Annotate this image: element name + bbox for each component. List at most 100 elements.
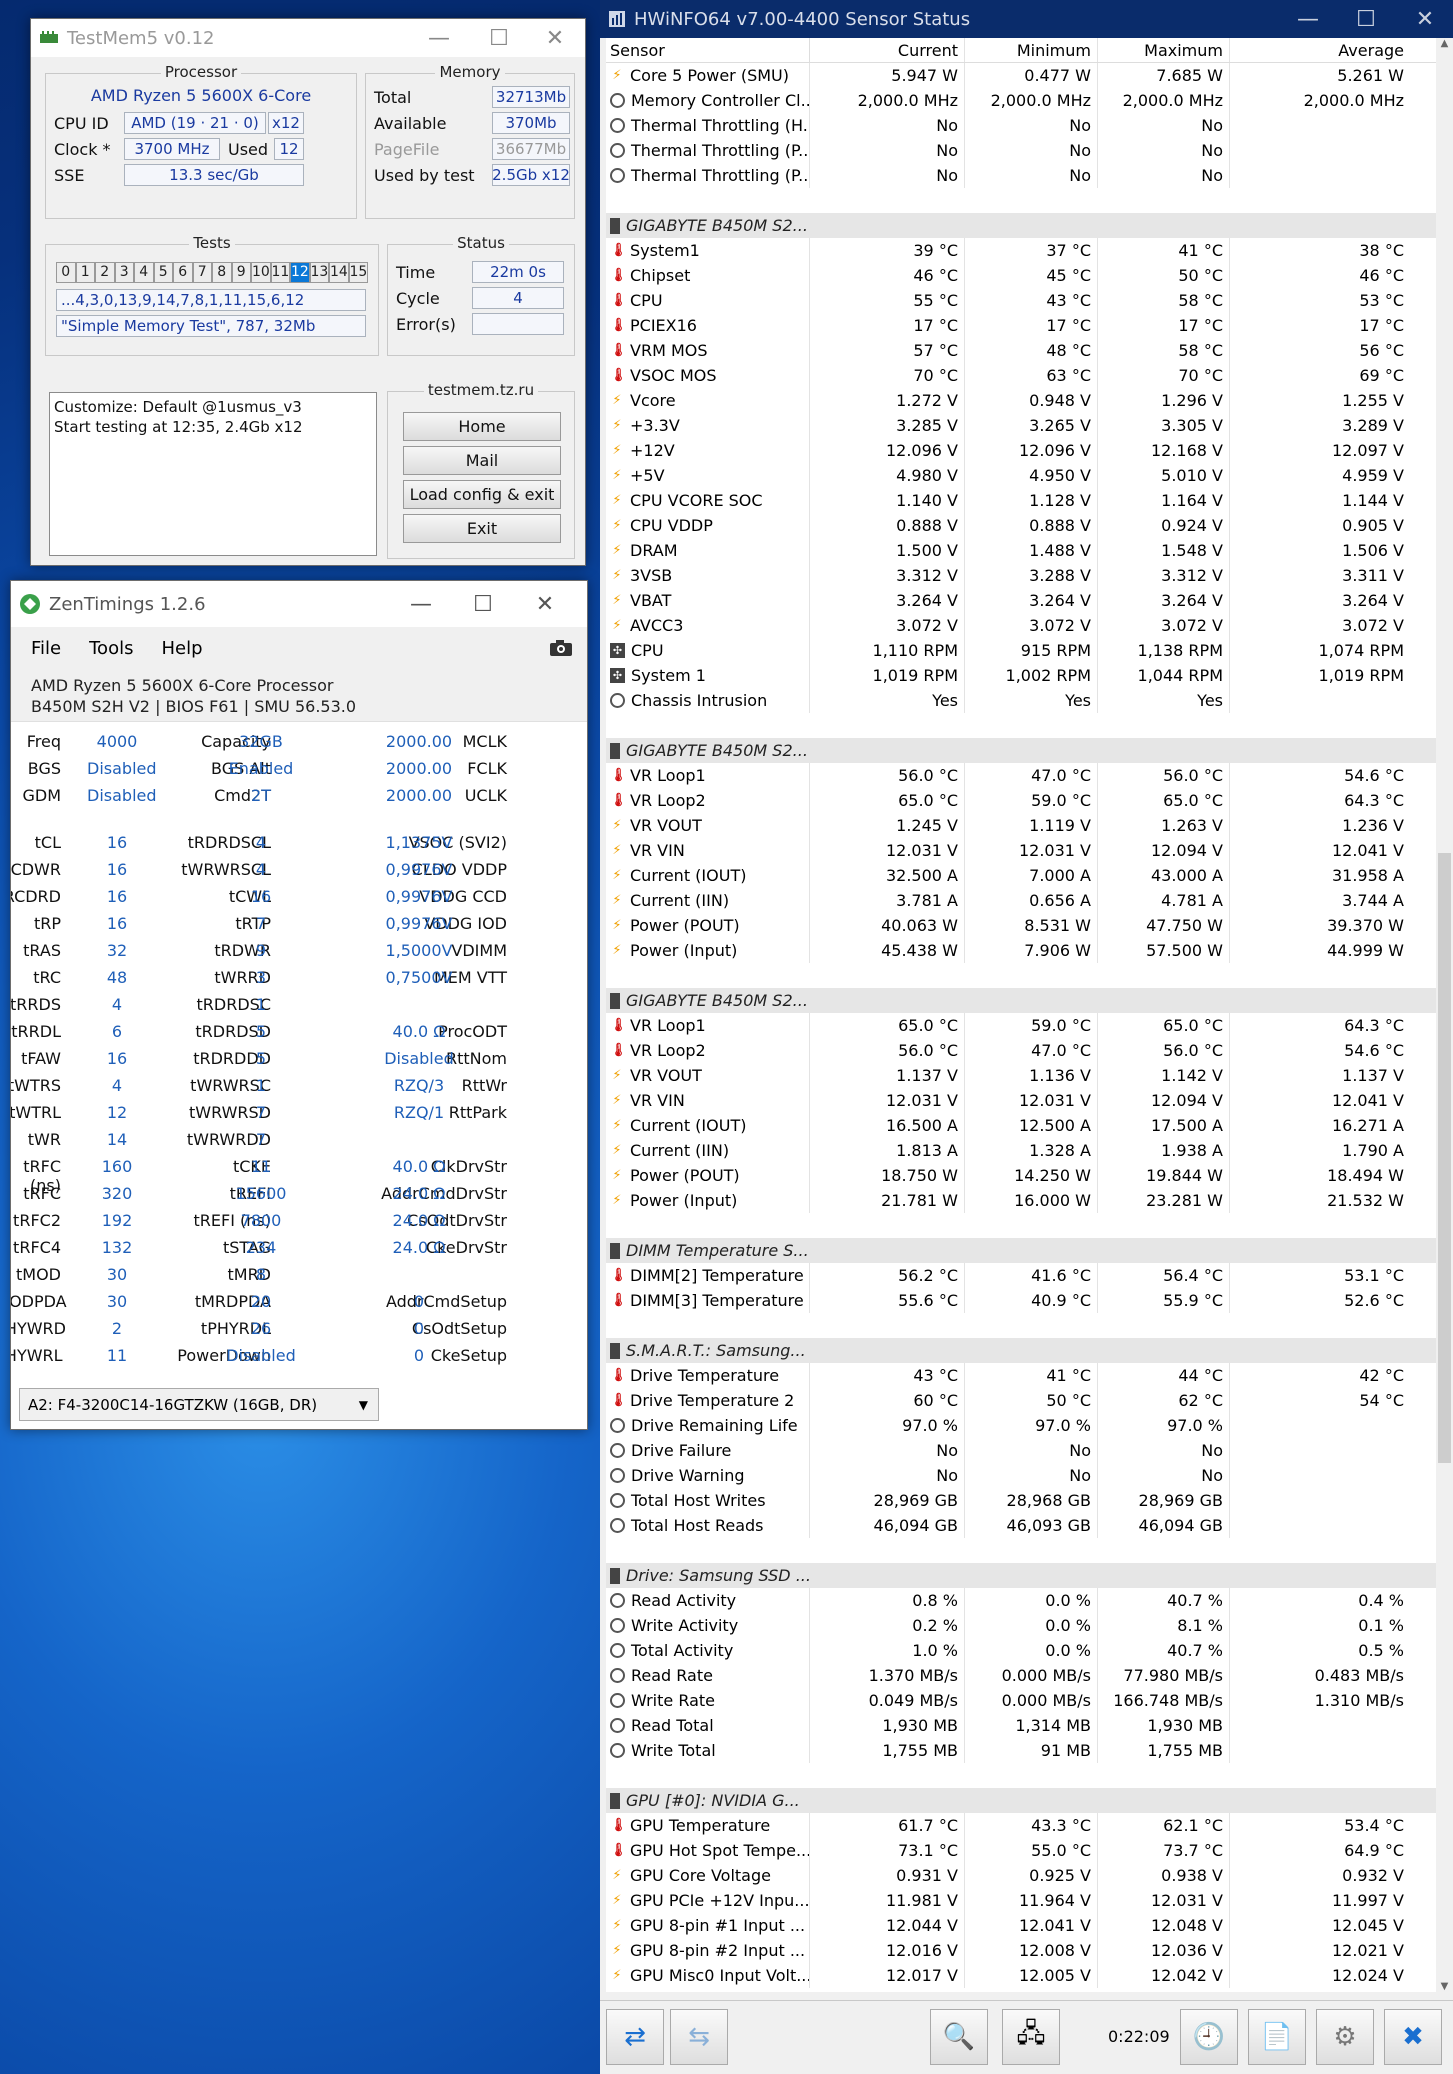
sensor-row[interactable]: ✣ System 1 1,019 RPM 1,002 RPM 1,044 RPM 1,01… bbox=[606, 663, 1436, 688]
sensor-row[interactable]: Drive Remaining Life 97.0 % 97.0 % 97.0 % bbox=[606, 1413, 1436, 1438]
sensor-row[interactable]: ⚡ VR VOUT 1.137 V 1.136 V 1.142 V 1.137 V bbox=[606, 1063, 1436, 1088]
sensor-row[interactable]: ⚡ GPU PCIe +12V Inpu... 11.981 V 11.964 V 12… bbox=[606, 1888, 1436, 1913]
load-config-exit-button[interactable]: Load config & exit bbox=[403, 480, 561, 509]
sensor-row[interactable]: ⚡ Power (Input) 45.438 W 7.906 W 57.500 W 44.… bbox=[606, 938, 1436, 963]
close-button[interactable]: ✕ bbox=[1397, 0, 1453, 38]
sensor-row[interactable]: ⚡ CPU VDDP 0.888 V 0.888 V 0.924 V 0.905 V bbox=[606, 513, 1436, 538]
sensor-row[interactable]: ⚡ 3VSB 3.312 V 3.288 V 3.312 V 3.311 V bbox=[606, 563, 1436, 588]
expand-arrows-button[interactable]: ⇆ bbox=[670, 2009, 728, 2065]
column-header-minimum[interactable]: Minimum bbox=[964, 38, 1097, 62]
sensor-row[interactable]: ⚡ GPU Core Voltage 0.931 V 0.925 V 0.938 V 0.… bbox=[606, 1863, 1436, 1888]
sensor-row[interactable]: Thermal Throttling (P... No No No bbox=[606, 138, 1436, 163]
sensor-row[interactable]: 🌡 CPU 55 °C 43 °C 58 °C 53 °C bbox=[606, 288, 1436, 313]
sensor-group-header[interactable]: GPU [#0]: NVIDIA G... bbox=[606, 1788, 1436, 1813]
sensor-row[interactable]: ⚡ Power (Input) 21.781 W 16.000 W 23.281 W 21… bbox=[606, 1188, 1436, 1213]
sensor-row[interactable]: Thermal Throttling (P... No No No bbox=[606, 163, 1436, 188]
sensor-row[interactable]: 🌡 Drive Temperature 43 °C 41 °C 44 °C 42 °C bbox=[606, 1363, 1436, 1388]
minimize-button[interactable]: — bbox=[1280, 0, 1336, 38]
testmem5-titlebar[interactable]: TestMem5 v0.12 — ☐ ✕ bbox=[31, 19, 585, 57]
remote-button[interactable]: 🖧 bbox=[1002, 2009, 1060, 2065]
collapse-arrows-button[interactable]: ⇄ bbox=[606, 2009, 664, 2065]
column-header-average[interactable]: Average bbox=[1229, 38, 1410, 62]
sensor-row[interactable]: 🌡 VSOC MOS 70 °C 63 °C 70 °C 69 °C bbox=[606, 363, 1436, 388]
sensor-row[interactable]: ⚡ Current (IIN) 3.781 A 0.656 A 4.781 A 3.744… bbox=[606, 888, 1436, 913]
sensor-group-header[interactable]: Drive: Samsung SSD ... bbox=[606, 1563, 1436, 1588]
dimm-select[interactable]: A2: F4-3200C14-16GTZKW (16GB, DR) ▼ bbox=[19, 1388, 379, 1421]
minimize-button[interactable]: — bbox=[411, 19, 467, 57]
maximize-button[interactable]: ☐ bbox=[471, 19, 527, 57]
network-button[interactable]: 🔍 bbox=[930, 2009, 988, 2065]
scrollbar-thumb[interactable] bbox=[1438, 853, 1451, 1463]
sensor-row[interactable]: 🌡 GPU Hot Spot Tempe... 73.1 °C 55.0 °C 73.7… bbox=[606, 1838, 1436, 1863]
sensor-group-header[interactable]: GIGABYTE B450M S2... bbox=[606, 988, 1436, 1013]
column-header-sensor[interactable]: Sensor bbox=[606, 41, 809, 60]
sensor-group-header[interactable]: DIMM Temperature S... bbox=[606, 1238, 1436, 1263]
minimize-button[interactable]: — bbox=[393, 581, 449, 627]
sensor-row[interactable]: ⚡ +3.3V 3.285 V 3.265 V 3.305 V 3.289 V bbox=[606, 413, 1436, 438]
clock-button[interactable]: 🕘 bbox=[1180, 2009, 1238, 2065]
mail-button[interactable]: Mail bbox=[403, 446, 561, 475]
sensor-row[interactable]: Drive Failure No No No bbox=[606, 1438, 1436, 1463]
close-hwinfo-button[interactable]: ✖ bbox=[1384, 2009, 1442, 2065]
sensor-row[interactable]: 🌡 VRM MOS 57 °C 48 °C 58 °C 56 °C bbox=[606, 338, 1436, 363]
menu-tools[interactable]: Tools bbox=[89, 638, 133, 659]
sensor-row[interactable]: 🌡 Chipset 46 °C 45 °C 50 °C 46 °C bbox=[606, 263, 1436, 288]
sensor-row[interactable]: 🌡 GPU Temperature 61.7 °C 43.3 °C 62.1 °C 53.… bbox=[606, 1813, 1436, 1838]
zentimings-titlebar[interactable]: ZenTimings 1.2.6 — ☐ ✕ bbox=[11, 581, 587, 627]
sensor-row[interactable]: Thermal Throttling (H... No No No bbox=[606, 113, 1436, 138]
sensor-group-header[interactable]: GIGABYTE B450M S2... bbox=[606, 738, 1436, 763]
column-header-current[interactable]: Current bbox=[809, 38, 964, 62]
maximize-button[interactable]: ☐ bbox=[455, 581, 511, 627]
sensor-row[interactable]: Read Total 1,930 MB 1,314 MB 1,930 MB bbox=[606, 1713, 1436, 1738]
sensor-row[interactable]: 🌡 DIMM[2] Temperature 56.2 °C 41.6 °C 56.4 °… bbox=[606, 1263, 1436, 1288]
sensor-row[interactable]: Chassis Intrusion Yes Yes Yes bbox=[606, 688, 1436, 713]
camera-icon[interactable] bbox=[549, 639, 573, 657]
sensor-row[interactable]: ⚡ AVCC3 3.072 V 3.072 V 3.072 V 3.072 V bbox=[606, 613, 1436, 638]
log-button[interactable]: 📄 bbox=[1248, 2009, 1306, 2065]
sensor-row[interactable]: Write Total 1,755 MB 91 MB 1,755 MB bbox=[606, 1738, 1436, 1763]
sensor-row[interactable]: 🌡 VR Loop2 65.0 °C 59.0 °C 65.0 °C 64.3 °C bbox=[606, 788, 1436, 813]
sensor-row[interactable]: ⚡ VR VIN 12.031 V 12.031 V 12.094 V 12.041 V bbox=[606, 1088, 1436, 1113]
sensor-row[interactable]: Total Activity 1.0 % 0.0 % 40.7 % 0.5 % bbox=[606, 1638, 1436, 1663]
sensor-row[interactable]: Memory Controller Cl... 2,000.0 MHz 2,000.… bbox=[606, 88, 1436, 113]
sensor-row[interactable]: ⚡ GPU 8-pin #2 Input ... 12.016 V 12.008 V1… bbox=[606, 1938, 1436, 1963]
sensor-row[interactable]: Total Host Reads 46,094 GB 46,093 GB 46,094… bbox=[606, 1513, 1436, 1538]
sensor-row[interactable]: ⚡ Power (POUT) 18.750 W 14.250 W 19.844 W 18.… bbox=[606, 1163, 1436, 1188]
column-header-maximum[interactable]: Maximum bbox=[1097, 38, 1229, 62]
scroll-up-icon[interactable]: ▲ bbox=[1436, 38, 1453, 49]
sensor-row[interactable]: 🌡 VR Loop1 56.0 °C 47.0 °C 56.0 °C 54.6 °C bbox=[606, 763, 1436, 788]
vertical-scrollbar[interactable]: ▲ ▼ bbox=[1436, 38, 1453, 1992]
sensor-row[interactable]: Total Host Writes 28,969 GB 28,968 GB 28,96… bbox=[606, 1488, 1436, 1513]
sensor-row[interactable]: Write Rate 0.049 MB/s 0.000 MB/s 166.748 MB… bbox=[606, 1688, 1436, 1713]
sensor-row[interactable]: ⚡ CPU VCORE SOC 1.140 V 1.128 V 1.164 V 1.144… bbox=[606, 488, 1436, 513]
exit-button[interactable]: Exit bbox=[403, 514, 561, 543]
home-button[interactable]: Home bbox=[403, 412, 561, 441]
sensor-row[interactable]: Read Activity 0.8 % 0.0 % 40.7 % 0.4 % bbox=[606, 1588, 1436, 1613]
sensor-row[interactable]: ⚡ VR VIN 12.031 V 12.031 V 12.094 V 12.041 V bbox=[606, 838, 1436, 863]
sensor-row[interactable]: Read Rate 1.370 MB/s 0.000 MB/s 77.980 MB/s… bbox=[606, 1663, 1436, 1688]
sensor-row[interactable]: 🌡 PCIEX16 17 °C 17 °C 17 °C 17 °C bbox=[606, 313, 1436, 338]
hwinfo-titlebar[interactable]: HWiNFO64 v7.00-4400 Sensor Status — ☐ ✕ bbox=[600, 0, 1453, 38]
close-button[interactable]: ✕ bbox=[517, 581, 573, 627]
sensor-row[interactable]: Write Activity 0.2 % 0.0 % 8.1 % 0.1 % bbox=[606, 1613, 1436, 1638]
sensor-row[interactable]: 🌡 Drive Temperature 2 60 °C 50 °C 62 °C 54 °C bbox=[606, 1388, 1436, 1413]
sensor-row[interactable]: ⚡ VBAT 3.264 V 3.264 V 3.264 V 3.264 V bbox=[606, 588, 1436, 613]
sensor-group-header[interactable]: GIGABYTE B450M S2... bbox=[606, 213, 1436, 238]
sensor-row[interactable]: ✣ CPU 1,110 RPM 915 RPM 1,138 RPM 1,074 RPM bbox=[606, 638, 1436, 663]
sensor-row[interactable]: ⚡ GPU 8-pin #1 Input ... 12.044 V 12.041 V1… bbox=[606, 1913, 1436, 1938]
log-output[interactable]: Customize: Default @1usmus_v3 Start test… bbox=[49, 392, 377, 556]
sensor-row[interactable]: 🌡 DIMM[3] Temperature 55.6 °C 40.9 °C 55.9 °… bbox=[606, 1288, 1436, 1313]
sensor-group-header[interactable]: S.M.A.R.T.: Samsung... bbox=[606, 1338, 1436, 1363]
sensor-row[interactable]: Drive Warning No No No bbox=[606, 1463, 1436, 1488]
sensor-row[interactable]: ⚡ VR VOUT 1.245 V 1.119 V 1.263 V 1.236 V bbox=[606, 813, 1436, 838]
close-button[interactable]: ✕ bbox=[527, 19, 583, 57]
menu-help[interactable]: Help bbox=[161, 638, 202, 659]
settings-button[interactable]: ⚙ bbox=[1316, 2009, 1374, 2065]
sensor-row[interactable]: 🌡 System1 39 °C 37 °C 41 °C 38 °C bbox=[606, 238, 1436, 263]
sensor-row[interactable]: ⚡ Power (POUT) 40.063 W 8.531 W 47.750 W 39.3… bbox=[606, 913, 1436, 938]
sensor-row[interactable]: 🌡 VR Loop2 56.0 °C 47.0 °C 56.0 °C 54.6 °C bbox=[606, 1038, 1436, 1063]
sensor-row[interactable]: 🌡 VR Loop1 65.0 °C 59.0 °C 65.0 °C 64.3 °C bbox=[606, 1013, 1436, 1038]
sensor-row[interactable]: ⚡ GPU Misc0 Input Volt... 12.017 V 12.005 V… bbox=[606, 1963, 1436, 1988]
maximize-button[interactable]: ☐ bbox=[1338, 0, 1394, 38]
sensor-row[interactable]: ⚡ Core 5 Power (SMU) 5.947 W 0.477 W 7.685 W… bbox=[606, 63, 1436, 88]
